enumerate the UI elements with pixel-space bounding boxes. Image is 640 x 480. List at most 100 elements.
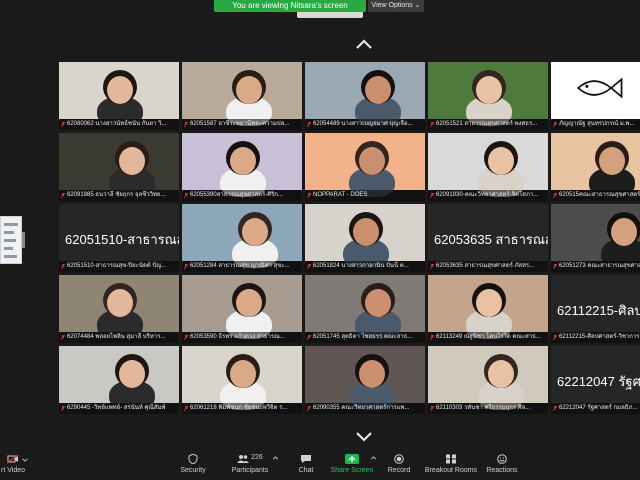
participant-name-label: 62212047 รัฐศาสตร์ กมลธิภ... <box>551 403 640 414</box>
participant-video <box>305 275 425 339</box>
video-options-caret[interactable] <box>20 457 30 465</box>
participant-name-label: 62113249 ณัฐนิชา โคนไร่โต คณะสาธ... <box>428 332 548 343</box>
gallery-grid: 62080062 นางสาวนัทธ์ชนัน กันยา วิ... 6205… <box>59 62 640 414</box>
meeting-toolbar: rt Video Security 226 Participants Chat … <box>0 448 640 480</box>
participant-tile[interactable]: 62051521 สาธารณสุขศาสตร์ พงศธร... <box>428 62 548 130</box>
shared-screen-strip <box>297 12 363 18</box>
muted-mic-icon <box>430 122 434 127</box>
participants-label: Participants <box>231 467 269 474</box>
participant-name-label: 62051587 อาซีระหมานีพละความปล... <box>182 119 302 130</box>
muted-mic-icon <box>307 335 311 340</box>
reactions-button[interactable]: Reactions <box>486 454 518 474</box>
view-options-button[interactable]: View Options ⌄ <box>368 0 424 12</box>
participant-video <box>305 204 425 268</box>
person-face <box>476 289 502 317</box>
muted-mic-icon <box>553 122 557 127</box>
person-face <box>365 76 391 104</box>
participant-video <box>59 275 179 339</box>
person-face <box>230 360 256 388</box>
participant-name-label: 620515คณะสาธารณสุขศาสตร์... <box>551 190 640 201</box>
participant-tile[interactable]: 62090355 คณะวิทยาศาสตร์การแพ... <box>305 346 425 414</box>
security-button[interactable]: Security <box>174 453 212 474</box>
share-screen-icon <box>345 454 359 464</box>
participant-tile[interactable]: NOPPARAT - DOES <box>305 133 425 201</box>
muted-mic-icon <box>184 193 188 198</box>
participants-icon: 226 <box>235 454 265 464</box>
participant-name-label: 62061218 พิมพ์ชนก ชัยชนะพวิจิต ร... <box>182 403 302 414</box>
muted-mic-icon <box>61 264 65 269</box>
participant-tile[interactable]: 62113249 ณัฐนิชา โคนไร่โต คณะสาธ... <box>428 275 548 343</box>
participant-tile[interactable]: 62091930-คณะวิทยาศาสตร์-จิตโสภา... <box>428 133 548 201</box>
share-caret[interactable] <box>369 455 377 463</box>
person-face <box>359 360 385 388</box>
share-screen-label: Share Screen <box>330 467 374 474</box>
page-down-icon[interactable] <box>354 430 374 442</box>
participant-name-label: 62051824 นางสาวกาลานิน ปันนี่ ค... <box>305 261 425 272</box>
participant-name-label: 62091930-คณะวิทยาศาสตร์-จิตโสภา... <box>428 190 548 201</box>
participant-tile[interactable]: 62110303 วทันชา ศรีธรรมฤกร ศิล... <box>428 346 548 414</box>
participant-tile[interactable]: 62074484 พลอยไพลิน สุมาลี บริหาร... <box>59 275 179 343</box>
muted-mic-icon <box>61 122 65 127</box>
participant-name-label: 62051745 สุดธิดา ไชยธรร คณะสาธ... <box>305 332 425 343</box>
participant-tile[interactable]: 62091985 ธนวาลี ชัยฤกร จุลชีววิทย... <box>59 133 179 201</box>
person-face <box>242 218 268 246</box>
muted-mic-icon <box>553 193 557 198</box>
participant-tile[interactable]: 62061218 พิมพ์ชนก ชัยชนะพวิจิต ร... <box>182 346 302 414</box>
participant-display-name: 62053635 สาธารณสุ... <box>434 232 548 247</box>
participants-count: 226 <box>251 454 263 461</box>
muted-mic-icon <box>430 406 434 411</box>
person-face <box>599 147 625 175</box>
resize-handle[interactable] <box>22 232 25 248</box>
muted-mic-icon <box>553 264 557 269</box>
person-face <box>611 218 637 246</box>
person-face <box>488 147 514 175</box>
participant-tile[interactable]: 6290445 -วิทย์แพทย์- สรนันท์ ศุณีสัมพ์ <box>59 346 179 414</box>
participant-tile[interactable]: 62212047 รัฐศาส... 62212047 รัฐศาสตร์ กมล… <box>551 346 640 414</box>
reactions-label: Reactions <box>486 467 518 474</box>
record-button[interactable]: Record <box>386 454 412 474</box>
muted-mic-icon <box>307 406 311 411</box>
shared-screen-thumbnail[interactable] <box>0 216 22 264</box>
participant-tile[interactable]: 62080062 นางสาวนัทธ์ชนัน กันยา วิ... <box>59 62 179 130</box>
participant-name-label: 62110303 วทันชา ศรีธรรมฤกร ศิล... <box>428 403 548 414</box>
page-up-icon[interactable] <box>354 37 374 49</box>
participant-tile[interactable]: 62051284 สาธารณสุข ญาณิศา สุขะ... <box>182 204 302 272</box>
person-face <box>236 289 262 317</box>
participant-tile[interactable]: 62051273 คณะสาธารณสุขศาสตร์... <box>551 204 640 272</box>
participant-display-name: 62112215-ศิลปศา... <box>557 303 640 318</box>
participants-caret[interactable] <box>271 455 279 463</box>
participant-tile[interactable]: 62053590 ธีรพร แก้วดวง สาธารณ... <box>182 275 302 343</box>
participant-tile[interactable]: 62051587 อาซีระหมานีพละความปล... <box>182 62 302 130</box>
breakout-rooms-icon <box>445 454 457 464</box>
participant-display-name: 62212047 รัฐศาส... <box>557 374 640 389</box>
shield-icon <box>187 453 199 465</box>
person-face <box>476 76 502 104</box>
participant-video <box>182 346 302 410</box>
participant-video <box>551 204 640 268</box>
person-face <box>107 289 133 317</box>
muted-mic-icon <box>553 406 557 411</box>
participant-tile[interactable]: 62051824 นางสาวกาลานิน ปันนี่ ค... <box>305 204 425 272</box>
person-face <box>365 289 391 317</box>
participant-name-label: 62091985 ธนวาลี ชัยฤกร จุลชีววิทย... <box>59 190 179 201</box>
chat-button[interactable]: Chat <box>294 454 318 474</box>
person-face <box>107 76 133 104</box>
participant-display-name: 62051510-สาธารณสุ... <box>65 232 179 247</box>
participant-tile[interactable]: 62051510-สาธารณสุ... 62051510-สาธารณสุข-ป… <box>59 204 179 272</box>
participant-video <box>551 62 640 119</box>
fish-drawing <box>576 77 623 99</box>
participant-name-label: 62080062 นางสาวนัทธ์ชนัน กันยา วิ... <box>59 119 179 130</box>
participant-tile[interactable]: 620515คณะสาธารณสุขศาสตร์... <box>551 133 640 201</box>
participant-tile[interactable]: 62112215-ศิลปศา... 62112215-ศิลปศาสตร์-วิ… <box>551 275 640 343</box>
participant-name-label: 62053590 ธีรพร แก้วดวง สาธารณ... <box>182 332 302 343</box>
participants-button[interactable]: 226 Participants <box>228 454 272 474</box>
participant-video <box>428 346 548 410</box>
participant-tile[interactable]: 62053635 สาธารณสุ... 62053635 สาธารณสุขศา… <box>428 204 548 272</box>
muted-mic-icon <box>61 335 65 340</box>
breakout-rooms-button[interactable]: Breakout Rooms <box>424 454 478 474</box>
participant-tile[interactable]: ภัญญาณัฐ สุนทรปกรณ์ ม.พ... <box>551 62 640 130</box>
participant-tile[interactable]: 62051745 สุดธิดา ไชยธรร คณะสาธ... <box>305 275 425 343</box>
participant-tile[interactable]: 62054489 นางสาวเบญจมาศ บุญเจือ... <box>305 62 425 130</box>
participant-tile[interactable]: 62055390สาธารณสุขศาสตร์-ศิริก... <box>182 133 302 201</box>
record-label: Record <box>387 467 411 474</box>
